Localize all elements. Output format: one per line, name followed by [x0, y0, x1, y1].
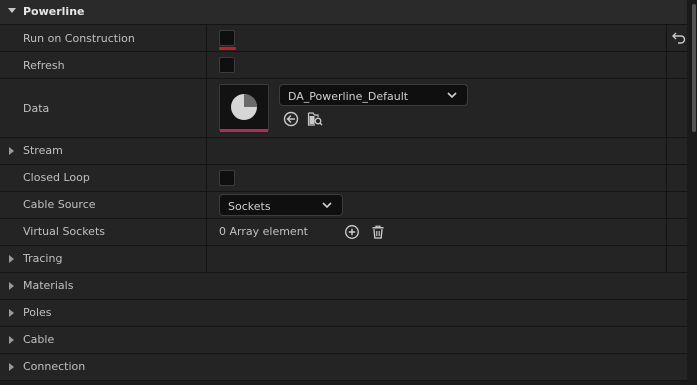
triangle-right-icon[interactable] — [9, 255, 14, 263]
row-refresh: Refresh — [0, 52, 697, 79]
refresh-checkbox[interactable] — [219, 57, 235, 73]
asset-type-bar — [220, 129, 268, 132]
triangle-right-icon[interactable] — [9, 282, 14, 290]
chevron-down-icon — [322, 202, 332, 209]
label-closed-loop: Closed Loop — [23, 171, 90, 184]
pie-asset-icon — [231, 94, 257, 120]
scrollbar-thumb[interactable] — [692, 4, 696, 132]
row-connection[interactable]: Connection — [0, 354, 697, 381]
closed-loop-checkbox[interactable] — [219, 170, 235, 186]
data-asset-dropdown[interactable]: DA_Powerline_Default — [279, 84, 468, 106]
details-panel: Powerline Run on Construction Refresh Da… — [0, 0, 697, 385]
row-stream[interactable]: Stream — [0, 138, 697, 165]
triangle-right-icon[interactable] — [9, 363, 14, 371]
cable-source-value: Sockets — [228, 200, 271, 213]
row-tracing[interactable]: Tracing — [0, 246, 697, 273]
label-data: Data — [23, 102, 50, 115]
label-connection: Connection — [23, 360, 86, 373]
row-virtual-sockets: Virtual Sockets 0 Array element — [0, 219, 697, 246]
row-closed-loop: Closed Loop — [0, 165, 697, 192]
label-cable: Cable — [23, 333, 55, 346]
label-virtual-sockets: Virtual Sockets — [23, 225, 105, 238]
section-title: Powerline — [23, 5, 85, 18]
cable-source-dropdown[interactable]: Sockets — [219, 194, 343, 216]
label-run-on-construction: Run on Construction — [23, 32, 135, 45]
data-asset-value: DA_Powerline_Default — [288, 90, 409, 103]
chevron-down-icon — [447, 92, 457, 99]
row-materials[interactable]: Materials — [0, 273, 697, 300]
add-element-icon[interactable] — [344, 224, 360, 240]
label-stream: Stream — [23, 144, 63, 157]
label-cable-source: Cable Source — [23, 198, 96, 211]
triangle-right-icon[interactable] — [9, 336, 14, 344]
row-cable[interactable]: Cable — [0, 327, 697, 354]
row-run-on-construction: Run on Construction — [0, 25, 697, 52]
triangle-right-icon[interactable] — [9, 309, 14, 317]
label-refresh: Refresh — [23, 59, 65, 72]
reset-to-default-icon[interactable] — [672, 31, 686, 45]
use-selected-asset-icon[interactable] — [283, 111, 299, 127]
triangle-right-icon[interactable] — [9, 147, 14, 155]
delete-all-trash-icon[interactable] — [370, 224, 386, 240]
asset-thumbnail[interactable] — [219, 84, 269, 132]
array-element-count: 0 Array element — [219, 225, 308, 238]
label-poles: Poles — [23, 306, 52, 319]
row-cable-source: Cable Source Sockets — [0, 192, 697, 219]
label-tracing: Tracing — [23, 252, 63, 265]
section-header-powerline[interactable]: Powerline — [0, 0, 697, 25]
browse-folder-icon[interactable] — [307, 111, 323, 127]
label-materials: Materials — [23, 279, 74, 292]
vertical-scrollbar[interactable] — [687, 0, 697, 385]
row-poles[interactable]: Poles — [0, 300, 697, 327]
modified-indicator — [219, 47, 236, 50]
run-on-construction-checkbox[interactable] — [219, 30, 235, 46]
chevron-down-icon[interactable] — [8, 8, 16, 13]
